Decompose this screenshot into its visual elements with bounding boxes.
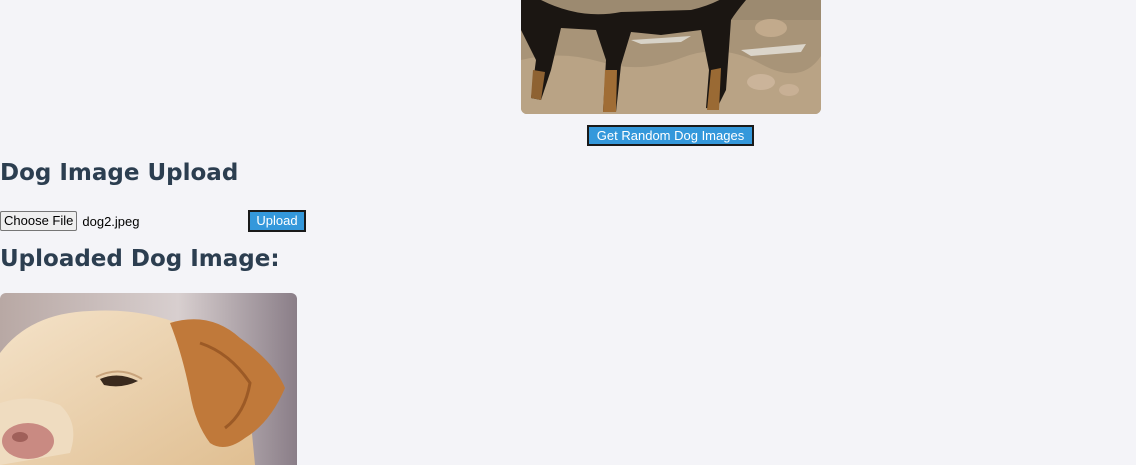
dog-image-upload-heading: Dog Image Upload	[0, 160, 239, 186]
page: Get Random Dog Images Dog Image Upload C…	[0, 0, 1136, 465]
get-random-dog-images-button[interactable]: Get Random Dog Images	[587, 125, 754, 146]
file-input[interactable]: Choose File dog2.jpeg	[0, 210, 140, 232]
random-dog-image	[521, 0, 821, 114]
uploaded-dog-image-heading: Uploaded Dog Image:	[0, 246, 280, 272]
upload-button[interactable]: Upload	[248, 210, 306, 232]
selected-file-name: dog2.jpeg	[82, 213, 140, 229]
uploaded-dog-image	[0, 293, 297, 465]
choose-file-button[interactable]: Choose File	[0, 211, 78, 231]
